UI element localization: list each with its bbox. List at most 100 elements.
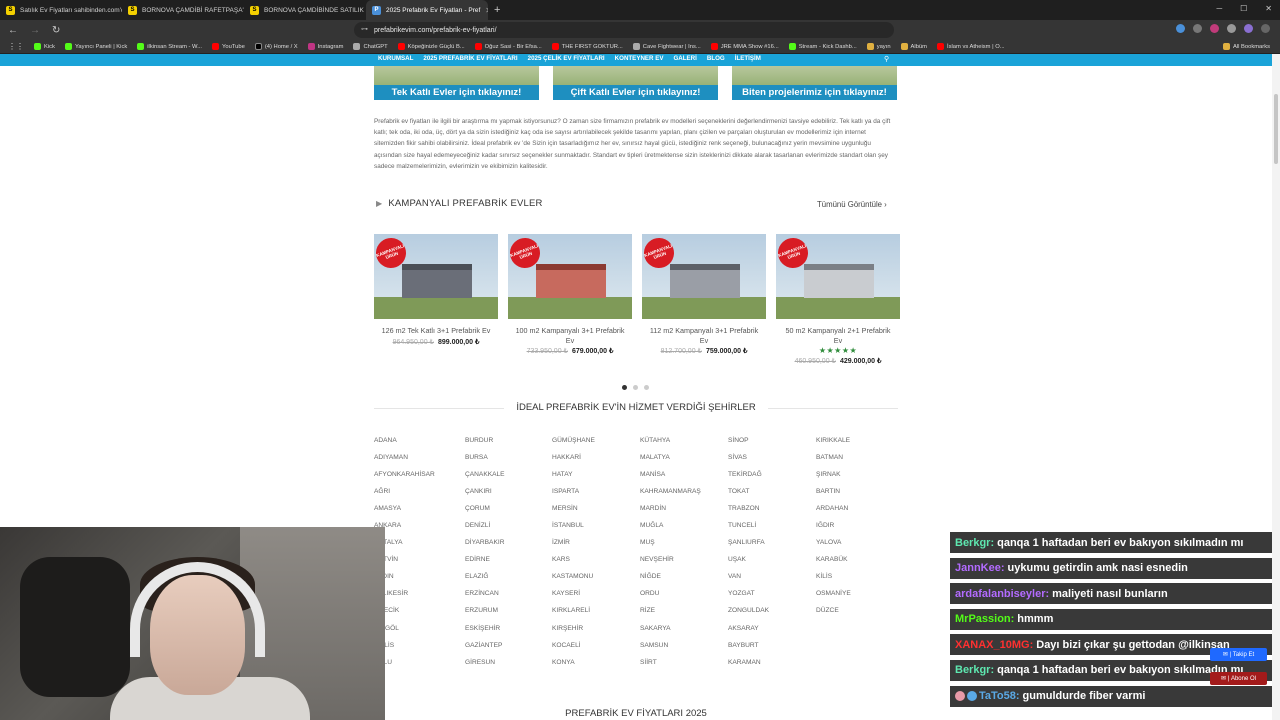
city-link[interactable]: ELAZIĞ [465,573,552,590]
product-name[interactable]: 50 m2 Kampanyalı 2+1 Prefabrik Ev [776,326,900,345]
city-link[interactable]: KONYA [552,659,640,676]
city-link[interactable]: ERZİNCAN [465,590,552,607]
city-link[interactable]: NEVŞEHİR [640,556,728,573]
city-link[interactable]: AĞRI [374,488,465,505]
promo-banner[interactable]: Biten projelerimiz için tıklayınız! [732,66,897,100]
promo-banner[interactable]: Çift Katlı Evler için tıklayınız! [553,66,718,100]
city-link[interactable]: TOKAT [728,488,816,505]
close-tab-icon[interactable]: ✕ [485,6,488,15]
city-link[interactable]: AYDIN [374,573,465,590]
city-link[interactable]: OSMANİYE [816,590,900,607]
city-link[interactable]: MERSİN [552,505,640,522]
product-name[interactable]: 100 m2 Kampanyalı 3+1 Prefabrik Ev [508,326,632,345]
product-card[interactable]: KAMPANYALI ÜRÜN 126 m2 Tek Katlı 3+1 Pref… [374,234,498,365]
carousel-dot[interactable] [633,385,638,390]
city-link[interactable]: BAYBURT [728,642,816,659]
bookmark-item[interactable]: Albüm [900,43,927,50]
site-nav-item[interactable]: KURUMSAL [378,55,413,62]
city-link[interactable]: VAN [728,573,816,590]
bookmark-item[interactable]: İslam vs Atheism | O... [936,43,1005,50]
extension-icon[interactable] [1227,24,1236,33]
carousel-dot[interactable] [622,385,627,390]
product-name[interactable]: 126 m2 Tek Katlı 3+1 Prefabrik Ev [374,326,498,336]
site-nav-item[interactable]: KONTEYNER EV [615,55,664,62]
carousel-dot[interactable] [644,385,649,390]
city-link[interactable]: ÇANKIRI [465,488,552,505]
city-link[interactable]: GÜMÜŞHANE [552,437,640,454]
city-link[interactable]: DENİZLİ [465,522,552,539]
profile-icon[interactable] [1244,24,1253,33]
city-link[interactable]: BİLECİK [374,607,465,624]
city-link[interactable]: AMASYA [374,505,465,522]
city-link[interactable]: ISPARTA [552,488,640,505]
city-link[interactable]: BURDUR [465,437,552,454]
city-link[interactable]: HAKKARİ [552,454,640,471]
city-link[interactable]: UŞAK [728,556,816,573]
bookmark-item[interactable]: ilkinsan Stream - W... [137,43,202,50]
city-link[interactable]: YALOVA [816,539,900,556]
bookmark-item[interactable]: JRE MMA Show #16... [710,43,779,50]
bookmark-item[interactable]: YouTube [212,43,245,50]
city-link[interactable]: KARAMAN [728,659,816,676]
city-link[interactable]: KASTAMONU [552,573,640,590]
site-nav-item[interactable]: 2025 ÇELİK EV FİYATLARI [528,55,605,62]
browser-tab[interactable]: SSatılık Ev Fiyatları sahibinden.com'da✕ [0,0,122,20]
product-image[interactable]: KAMPANYALI ÜRÜN [642,234,766,319]
address-bar[interactable]: ⊶ prefabrikevim.com/prefabrik-ev-fiyatla… [354,22,894,38]
city-link[interactable]: AKSARAY [728,625,816,642]
city-link[interactable]: BİNGÖL [374,625,465,642]
product-card[interactable]: KAMPANYALI ÜRÜN 112 m2 Kampanyalı 3+1 Pre… [642,234,766,365]
reload-icon[interactable]: ↻ [52,25,60,36]
browser-tab[interactable]: SBORNOVA ÇAMDİBİNDE SATILIK Mİ✕ [244,0,366,20]
city-link[interactable]: SİVAS [728,454,816,471]
apps-icon[interactable]: ⋮⋮ [8,42,24,51]
city-link[interactable]: DİYARBAKIR [465,539,552,556]
city-link[interactable]: MUŞ [640,539,728,556]
scrollbar-thumb[interactable] [1274,94,1278,164]
city-link[interactable]: GİRESUN [465,659,552,676]
city-link[interactable]: ARDAHAN [816,505,900,522]
city-link[interactable]: SAMSUN [640,642,728,659]
city-link[interactable]: TRABZON [728,505,816,522]
city-link[interactable]: KIRKLARELİ [552,607,640,624]
city-link[interactable]: SİİRT [640,659,728,676]
city-link[interactable]: KÜTAHYA [640,437,728,454]
back-icon[interactable]: ← [8,25,18,36]
city-link[interactable]: SİNOP [728,437,816,454]
city-link[interactable]: BARTIN [816,488,900,505]
city-link[interactable]: ÇORUM [465,505,552,522]
bookmark-item[interactable]: Stream - Kick Dashb... [788,43,857,50]
city-link[interactable]: ORDU [640,590,728,607]
city-link[interactable]: KIRIKKALE [816,437,900,454]
city-link[interactable]: DÜZCE [816,607,900,624]
city-link[interactable]: AFYONKARAHİSAR [374,471,465,488]
product-card[interactable]: KAMPANYALI ÜRÜN 100 m2 Kampanyalı 3+1 Pre… [508,234,632,365]
product-image[interactable]: KAMPANYALI ÜRÜN [776,234,900,319]
city-link[interactable]: BİTLİS [374,642,465,659]
city-link[interactable]: ÇANAKKALE [465,471,552,488]
site-info-icon[interactable]: ⊶ [361,25,368,33]
city-link[interactable]: BOLU [374,659,465,676]
city-link[interactable]: BALIKESİR [374,590,465,607]
city-link[interactable]: TUNCELİ [728,522,816,539]
menu-icon[interactable] [1261,24,1270,33]
bookmark-item[interactable]: Instagram [307,43,343,50]
bookmark-item[interactable]: Kick [34,43,55,50]
city-link[interactable]: KARABÜK [816,556,900,573]
bookmark-item[interactable]: ChatGPT [353,43,388,50]
product-card[interactable]: KAMPANYALI ÜRÜN 50 m2 Kampanyalı 2+1 Pref… [776,234,900,365]
city-link[interactable]: ŞIRNAK [816,471,900,488]
city-link[interactable]: HATAY [552,471,640,488]
view-all-link[interactable]: Tümünü Görüntüle › [817,200,887,209]
city-link[interactable]: SAKARYA [640,625,728,642]
city-link[interactable]: İSTANBUL [552,522,640,539]
bookmark-item[interactable]: Cave Fightwear | Ins... [632,43,701,50]
close-window-icon[interactable]: ✕ [1265,4,1272,13]
city-link[interactable]: ZONGULDAK [728,607,816,624]
city-link[interactable]: GAZİANTEP [465,642,552,659]
bookmark-item[interactable]: Oğuz Sasi - Bir Efsa... [474,43,542,50]
new-tab-button[interactable]: + [494,4,500,16]
city-link[interactable]: MALATYA [640,454,728,471]
city-link[interactable]: YOZGAT [728,590,816,607]
city-link[interactable]: ADANA [374,437,465,454]
